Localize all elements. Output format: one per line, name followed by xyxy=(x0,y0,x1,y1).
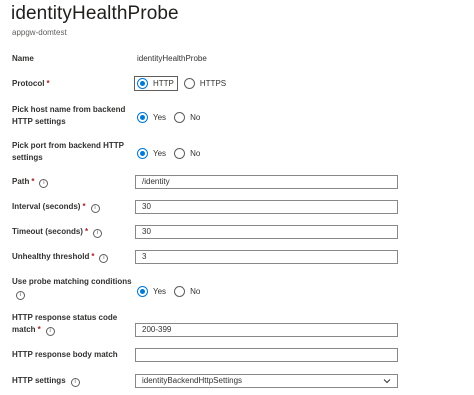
unhealthy-label: Unhealthy threshold * i xyxy=(12,251,109,263)
radio-circle xyxy=(183,78,195,89)
name-value: identityHealthProbe xyxy=(137,54,207,63)
pick-port-radio-group: Yes No xyxy=(137,148,208,159)
chevron-down-icon xyxy=(383,379,391,384)
info-icon[interactable]: i xyxy=(39,179,49,188)
pick-host-no-radio[interactable]: No xyxy=(174,112,200,123)
timeout-input[interactable]: 30 xyxy=(135,225,398,239)
matching-radio-group: Yes No xyxy=(137,286,208,297)
pick-port-no-radio[interactable]: No xyxy=(174,148,200,159)
info-icon[interactable]: i xyxy=(45,327,55,336)
radio-circle xyxy=(174,148,186,159)
pick-host-yes-radio[interactable]: Yes xyxy=(137,112,166,123)
page-subtitle: appgw-domtest xyxy=(12,28,67,37)
radio-circle xyxy=(137,286,148,297)
required-marker: * xyxy=(46,79,50,88)
status-code-input[interactable]: 200-399 xyxy=(135,323,398,337)
info-icon[interactable]: i xyxy=(99,254,109,263)
status-code-label: HTTP response status code match * i xyxy=(12,313,118,336)
radio-circle xyxy=(137,148,148,159)
radio-circle xyxy=(137,78,148,89)
matching-no-radio[interactable]: No xyxy=(174,286,200,297)
unhealthy-threshold-input[interactable]: 3 xyxy=(135,250,398,264)
page-title: identityHealthProbe xyxy=(11,3,179,24)
required-marker: * xyxy=(31,177,35,186)
body-match-input[interactable] xyxy=(135,348,398,362)
http-settings-value: identityBackendHttpSettings xyxy=(142,376,243,385)
required-marker: * xyxy=(84,227,89,236)
timeout-label: Timeout (seconds) * i xyxy=(12,226,103,238)
info-icon[interactable]: i xyxy=(16,291,25,300)
protocol-http-radio[interactable]: HTTP xyxy=(134,76,178,91)
protocol-https-radio[interactable]: HTTPS xyxy=(183,78,226,89)
path-input[interactable]: /identity xyxy=(135,175,398,189)
interval-label: Interval (seconds) * i xyxy=(12,201,100,213)
matching-label: Use probe matching conditions i xyxy=(12,277,132,300)
radio-circle xyxy=(174,286,186,297)
path-label: Path * i xyxy=(12,176,49,188)
required-marker: * xyxy=(37,325,41,334)
radio-circle xyxy=(137,112,148,123)
pick-host-label: Pick host name from backend HTTP settings xyxy=(12,105,126,126)
interval-input[interactable]: 30 xyxy=(135,200,398,214)
body-match-label: HTTP response body match xyxy=(12,350,118,359)
pick-host-radio-group: Yes No xyxy=(137,112,208,123)
info-icon[interactable]: i xyxy=(93,229,103,238)
radio-circle xyxy=(174,112,186,123)
required-marker: * xyxy=(91,252,95,261)
matching-yes-radio[interactable]: Yes xyxy=(137,286,166,297)
info-icon[interactable]: i xyxy=(70,378,80,387)
info-icon[interactable]: i xyxy=(90,204,100,213)
protocol-label: Protocol * xyxy=(12,79,50,88)
pick-port-yes-radio[interactable]: Yes xyxy=(137,148,166,159)
required-marker: * xyxy=(82,202,86,211)
http-settings-label: HTTP settings i xyxy=(12,375,80,387)
name-label: Name xyxy=(12,54,34,63)
protocol-radio-group: HTTP HTTPS xyxy=(134,76,234,91)
pick-port-label: Pick port from backend HTTP settings xyxy=(12,141,125,162)
http-settings-dropdown[interactable]: identityBackendHttpSettings xyxy=(135,374,398,388)
